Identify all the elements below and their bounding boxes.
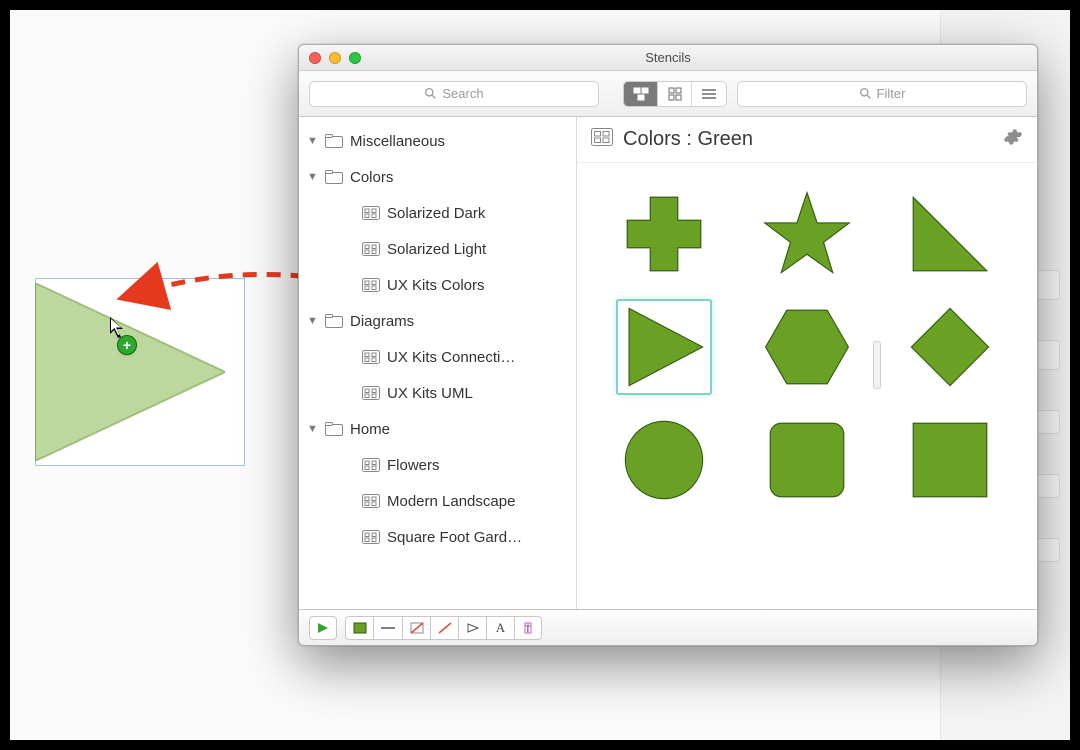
split-resize-handle[interactable] <box>873 341 881 389</box>
tree-stencil-item[interactable]: UX Kits UML <box>299 375 576 411</box>
tool-shape-button[interactable] <box>458 616 486 640</box>
search-input[interactable]: Search <box>309 81 599 107</box>
tree-folder[interactable]: ▼ Home <box>299 411 576 447</box>
shapes-grid <box>577 163 1037 609</box>
search-icon <box>859 87 872 100</box>
view-mode-list-button[interactable] <box>692 82 726 106</box>
minimize-window-button[interactable] <box>329 52 341 64</box>
shape-star[interactable] <box>761 188 853 280</box>
tree-folder[interactable]: ▼ Miscellaneous <box>299 123 576 159</box>
shape-circle[interactable] <box>618 414 710 506</box>
tree-stencil-item[interactable]: Flowers <box>299 447 576 483</box>
folder-icon <box>324 421 344 437</box>
stencil-icon <box>361 205 381 221</box>
tree-stencil-item[interactable]: Modern Landscape <box>299 483 576 519</box>
tree-stencil-item[interactable]: Solarized Light <box>299 231 576 267</box>
tree-item-label: Modern Landscape <box>387 493 515 510</box>
folder-icon <box>324 133 344 149</box>
tree-item-label: UX Kits UML <box>387 385 473 402</box>
disclosure-triangle-icon[interactable]: ▼ <box>307 171 318 183</box>
stencil-icon <box>361 241 381 257</box>
stencil-icon <box>361 493 381 509</box>
tool-text-button[interactable]: T <box>514 616 542 640</box>
shape-play-triangle[interactable] <box>618 301 710 393</box>
tool-noimage-button[interactable] <box>402 616 430 640</box>
stencil-icon <box>361 385 381 401</box>
tool-font-button[interactable]: A <box>486 616 514 640</box>
tree-item-label: Solarized Light <box>387 241 486 258</box>
stencil-icon <box>591 128 613 152</box>
stencils-window: Stencils Search Filter ▼ <box>298 44 1038 646</box>
tree-item-label: Solarized Dark <box>387 205 485 222</box>
shape-diamond[interactable] <box>904 301 996 393</box>
window-titlebar[interactable]: Stencils <box>299 45 1037 71</box>
stencil-preview-panel: Colors : Green <box>577 117 1037 609</box>
view-mode-segmented <box>623 81 727 107</box>
svg-text:T: T <box>525 624 531 634</box>
tree-item-label: Flowers <box>387 457 440 474</box>
preview-title: Colors : Green <box>623 128 753 151</box>
tree-folder[interactable]: ▼ Colors <box>299 159 576 195</box>
tree-folder[interactable]: ▼ Diagrams <box>299 303 576 339</box>
view-mode-tree-button[interactable] <box>624 82 658 106</box>
stencil-icon <box>361 277 381 293</box>
tool-noshadow-button[interactable] <box>430 616 458 640</box>
tool-group: A T <box>345 616 542 640</box>
stencil-icon <box>361 349 381 365</box>
shape-right-triangle[interactable] <box>904 188 996 280</box>
tree-folder-label: Colors <box>350 169 393 186</box>
tool-line-button[interactable] <box>373 616 402 640</box>
search-placeholder: Search <box>442 86 483 101</box>
drag-ghost-shape <box>35 283 225 461</box>
tree-stencil-item[interactable]: UX Kits Connecti… <box>299 339 576 375</box>
shape-hexagon[interactable] <box>761 301 853 393</box>
stencil-tree[interactable]: ▼ Miscellaneous ▼ Colors Solarized Dark … <box>299 117 577 609</box>
tree-stencil-item[interactable]: Square Foot Gard… <box>299 519 576 555</box>
tree-folder-label: Miscellaneous <box>350 133 445 150</box>
close-window-button[interactable] <box>309 52 321 64</box>
tree-stencil-item[interactable]: UX Kits Colors <box>299 267 576 303</box>
disclosure-triangle-icon[interactable]: ▼ <box>307 135 318 147</box>
stencil-icon <box>361 457 381 473</box>
shape-rounded-square[interactable] <box>761 414 853 506</box>
tree-folder-label: Home <box>350 421 390 438</box>
shape-plus[interactable] <box>618 188 710 280</box>
search-icon <box>424 87 437 100</box>
window-bottom-toolbar: A T <box>299 609 1037 645</box>
tree-stencil-item[interactable]: Solarized Dark <box>299 195 576 231</box>
window-toolbar: Search Filter <box>299 71 1037 117</box>
view-mode-grid-button[interactable] <box>658 82 692 106</box>
shape-square[interactable] <box>904 414 996 506</box>
tree-item-label: UX Kits Colors <box>387 277 485 294</box>
copy-badge-icon: + <box>118 336 136 354</box>
zoom-window-button[interactable] <box>349 52 361 64</box>
tree-item-label: Square Foot Gard… <box>387 529 522 546</box>
window-title: Stencils <box>299 50 1037 65</box>
disclosure-triangle-icon[interactable]: ▼ <box>307 315 318 327</box>
stencil-icon <box>361 529 381 545</box>
play-button[interactable] <box>309 616 337 640</box>
tree-item-label: UX Kits Connecti… <box>387 349 515 366</box>
filter-input[interactable]: Filter <box>737 81 1027 107</box>
tree-folder-label: Diagrams <box>350 313 414 330</box>
tool-fill-button[interactable] <box>345 616 373 640</box>
disclosure-triangle-icon[interactable]: ▼ <box>307 423 318 435</box>
filter-placeholder: Filter <box>877 86 906 101</box>
gear-icon[interactable] <box>1003 127 1023 153</box>
folder-icon <box>324 169 344 185</box>
folder-icon <box>324 313 344 329</box>
